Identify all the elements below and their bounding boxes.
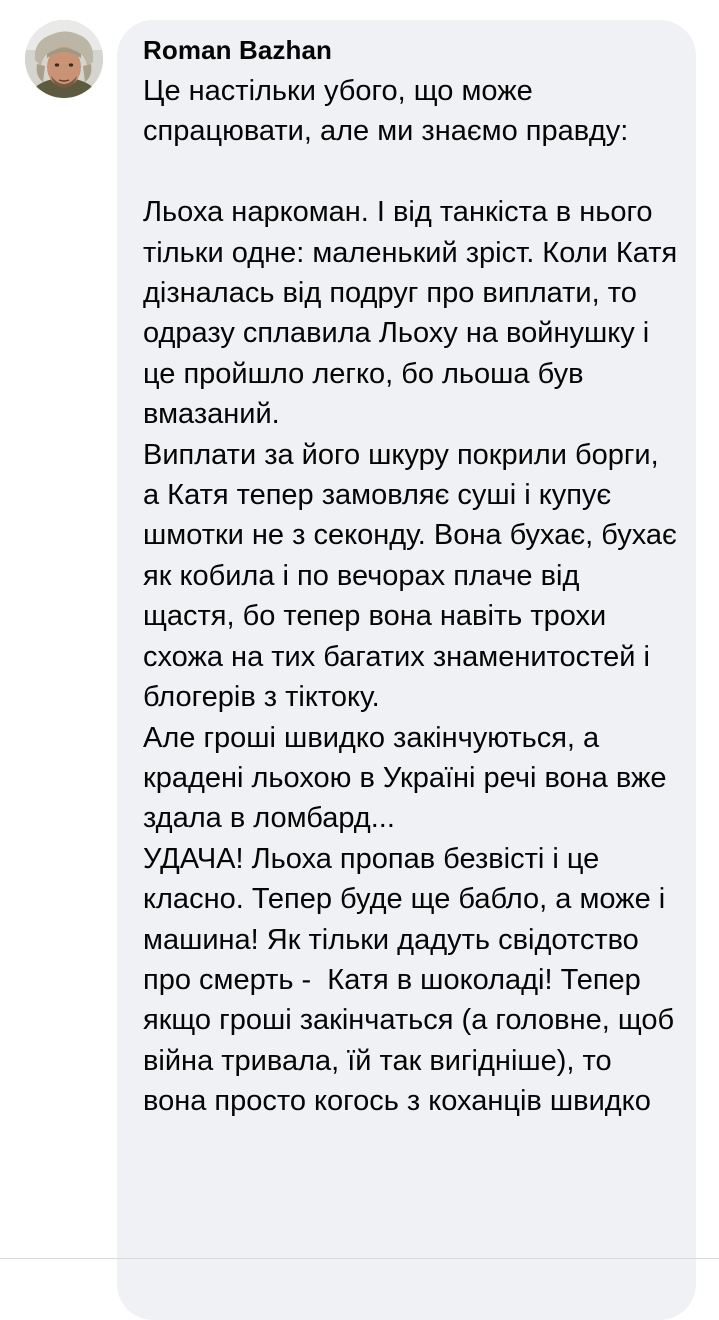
author-avatar[interactable]	[25, 20, 103, 98]
comment-text: Це настільки убого, що може спрацювати, …	[143, 75, 678, 1118]
comment-author-name[interactable]: Roman Bazhan	[143, 33, 678, 67]
bottom-divider	[0, 1258, 719, 1259]
comment-bubble: Roman Bazhan Це настільки убого, що може…	[117, 20, 696, 1320]
avatar-photo	[25, 20, 103, 98]
